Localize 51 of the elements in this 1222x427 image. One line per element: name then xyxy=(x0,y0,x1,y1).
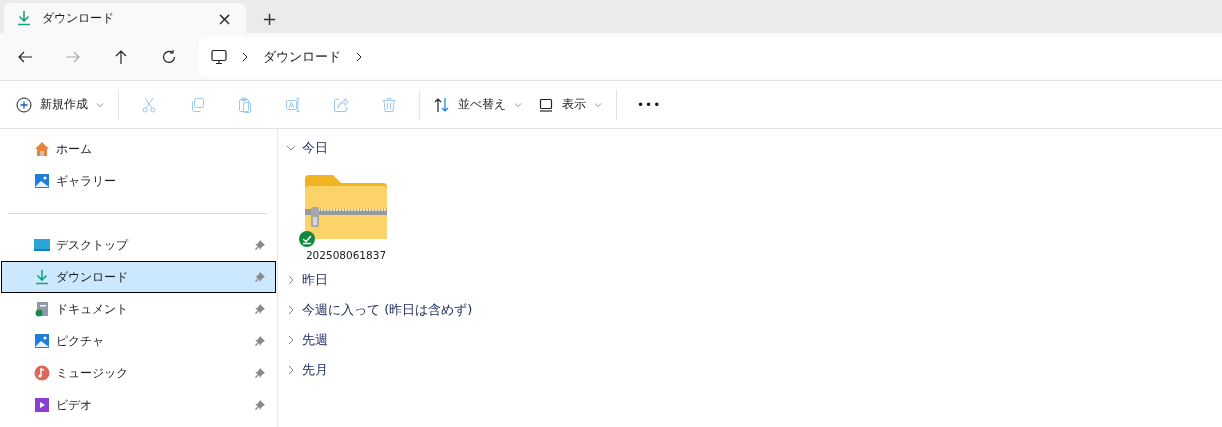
group-header[interactable]: 先月 xyxy=(286,355,1222,385)
download-icon xyxy=(16,10,32,26)
zip-folder-icon xyxy=(303,173,389,241)
breadcrumb-item[interactable]: ダウンロード xyxy=(263,47,341,66)
address-bar[interactable]: ダウンロード xyxy=(199,36,1222,77)
pin-icon xyxy=(255,336,265,346)
house-icon xyxy=(34,141,50,157)
refresh-icon[interactable] xyxy=(161,48,177,65)
group-header[interactable]: 昨日 xyxy=(286,265,1222,295)
document-icon xyxy=(34,301,50,317)
view-button[interactable]: 表示 xyxy=(530,90,610,119)
pin-icon xyxy=(255,368,265,378)
sidebar-item[interactable]: ダウンロード xyxy=(1,261,276,293)
sidebar-item[interactable]: デスクトップ xyxy=(1,229,276,261)
close-tab-button[interactable]: × xyxy=(210,7,238,29)
more-button[interactable]: ••• xyxy=(623,91,676,118)
sidebar-item[interactable]: ギャラリー xyxy=(1,165,276,197)
sidebar-item[interactable]: ピクチャ xyxy=(1,325,276,357)
download-icon xyxy=(34,269,50,285)
tab-title: ダウンロード xyxy=(42,9,115,27)
browser-tab[interactable]: ダウンロード × xyxy=(4,3,246,33)
sidebar-item[interactable]: ミュージック xyxy=(1,357,276,389)
plus-circle-icon xyxy=(16,96,32,113)
sidebar-item[interactable]: ドキュメント xyxy=(1,293,276,325)
sidebar-item[interactable]: ビデオ xyxy=(1,389,276,421)
group-header[interactable]: 今週に入って (昨日は含めず) xyxy=(286,295,1222,325)
chevron-icon xyxy=(241,51,249,62)
image-icon xyxy=(34,333,50,349)
music-icon xyxy=(34,365,50,381)
new-tab-button[interactable]: + xyxy=(256,8,284,29)
video-icon xyxy=(34,397,50,413)
caret-icon xyxy=(594,101,602,108)
chevron-icon[interactable] xyxy=(355,51,363,62)
up-icon[interactable] xyxy=(113,48,129,65)
caret-icon xyxy=(96,101,104,108)
pin-icon xyxy=(255,304,265,314)
sort-icon xyxy=(434,96,450,113)
pin-icon xyxy=(255,240,265,250)
sidebar-item[interactable]: ホーム xyxy=(1,133,276,165)
file-item[interactable]: 202508061837 xyxy=(302,165,390,261)
desktop-icon xyxy=(34,237,50,253)
caret-icon xyxy=(514,101,522,108)
group-header[interactable]: 今日 xyxy=(286,133,1222,163)
monitor-icon xyxy=(211,48,227,65)
view-icon xyxy=(538,96,554,113)
image-icon xyxy=(34,173,50,189)
new-button[interactable]: 新規作成 xyxy=(8,90,112,119)
pin-icon xyxy=(255,400,265,410)
sort-button[interactable]: 並べ替え xyxy=(426,90,530,119)
group-header[interactable]: 先週 xyxy=(286,325,1222,355)
pin-icon xyxy=(255,272,265,282)
